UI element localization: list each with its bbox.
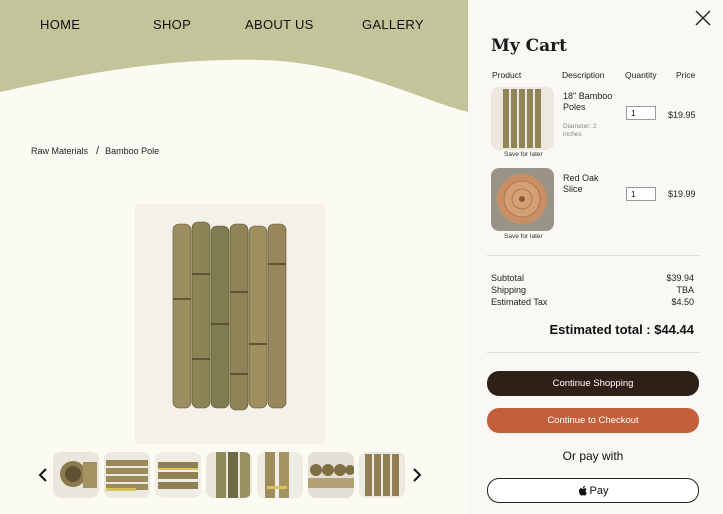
cart-title: My Cart [491, 36, 567, 56]
cart-item-meta: Diameter: 2 inches [563, 123, 597, 138]
divider [487, 352, 699, 353]
close-cart-button[interactable] [693, 8, 713, 28]
thumbnail-5[interactable] [257, 452, 303, 498]
subtotal-label: Subtotal [491, 273, 525, 283]
quantity-input[interactable] [626, 106, 656, 120]
save-for-later-link[interactable]: Save for later [504, 151, 543, 158]
apple-pay-button[interactable]: Pay [487, 478, 699, 503]
column-header-product: Product [492, 70, 522, 80]
nav-gallery[interactable]: GALLERY [362, 17, 424, 32]
nav-home[interactable]: HOME [40, 17, 80, 32]
breadcrumb-separator: / [96, 145, 100, 157]
thumbnail-strip [0, 452, 468, 500]
column-header-description: Description [562, 70, 605, 80]
tax-label: Estimated Tax [491, 297, 548, 307]
product-main-image [135, 204, 325, 444]
estimated-total: Estimated total : $44.44 [549, 322, 695, 337]
thumbnail-4[interactable] [206, 452, 252, 498]
nav-about-us[interactable]: ABOUT US [245, 17, 314, 32]
cart-item-price: $19.95 [668, 110, 696, 120]
gallery-next-arrow[interactable] [410, 466, 424, 484]
nav-shop[interactable]: SHOP [153, 17, 191, 32]
divider [487, 255, 699, 256]
column-header-price: Price [676, 70, 696, 80]
shipping-label: Shipping [491, 285, 527, 295]
cart-item-name: 18" Bamboo Poles [563, 91, 613, 112]
column-header-quantity: Quantity [625, 70, 657, 80]
shipping-value: TBA [676, 285, 694, 295]
breadcrumb: Raw Materials / Bamboo Pole [31, 145, 159, 157]
breadcrumb-bamboo-pole[interactable]: Bamboo Pole [105, 146, 159, 156]
subtotal-value: $39.94 [666, 273, 694, 283]
thumbnail-6[interactable] [308, 452, 354, 498]
close-icon [695, 10, 711, 26]
save-for-later-link[interactable]: Save for later [504, 233, 543, 240]
cart-item-price: $19.99 [668, 189, 696, 199]
thumbnail-3[interactable] [155, 452, 201, 498]
thumbnail-2[interactable] [104, 452, 150, 498]
or-pay-with-label: Or pay with [562, 449, 624, 463]
product-page: HOME SHOP ABOUT US GALLERY Raw Materials… [0, 0, 468, 514]
chevron-right-icon [413, 468, 422, 482]
cart-item-image-oak[interactable] [491, 168, 554, 231]
checkout-button[interactable]: Continue to Checkout [487, 408, 699, 433]
breadcrumb-raw-materials[interactable]: Raw Materials [31, 146, 88, 156]
quantity-input[interactable] [626, 187, 656, 201]
cart-item-image-bamboo[interactable] [491, 87, 554, 150]
tax-value: $4.50 [671, 297, 694, 307]
thumbnail-1[interactable] [53, 452, 99, 498]
cart-item-name: Red Oak Slice [563, 173, 599, 194]
main-nav: HOME SHOP ABOUT US GALLERY [0, 17, 468, 35]
apple-pay-label: Pay [589, 484, 609, 497]
continue-shopping-button[interactable]: Continue Shopping [487, 371, 699, 396]
apple-logo-icon [578, 485, 587, 495]
thumbnail-7[interactable] [359, 452, 405, 498]
